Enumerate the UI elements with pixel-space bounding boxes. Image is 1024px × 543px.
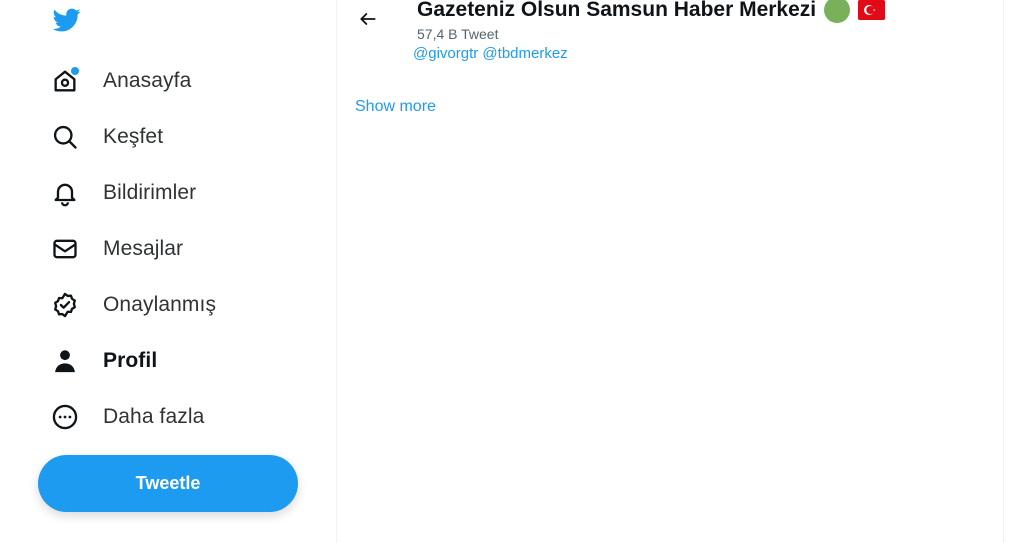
green-circle-emoji [824,0,851,23]
nav-label-messages: Mesajlar [103,237,184,260]
profile-name: Gazeteniz Olsun Samsun Haber Merkezi [417,0,817,21]
nav-label-profile: Profil [103,349,158,372]
mention-link-tbdmerkez[interactable]: @tbdmerkez [482,45,567,62]
turkey-flag-emoji [858,0,886,20]
nav-item-explore[interactable]: Keşfet [38,113,163,161]
show-more-link[interactable]: Show more [355,98,436,116]
nav-item-messages[interactable]: Mesajlar [38,225,183,273]
profile-name-heading: Gazeteniz Olsun Samsun Haber Merkezi [417,0,886,23]
tweet-count: 57,4 B Tweet [417,26,499,42]
notification-dot [70,66,80,76]
nav-label-verified: Onaylanmış [103,293,217,316]
column-divider-right [1003,0,1004,543]
nav-item-home[interactable]: Anasayfa [38,57,191,105]
nav-item-verified[interactable]: Onaylanmış [38,281,216,329]
verified-badge-icon [51,291,79,319]
profile-main-column: Gazeteniz Olsun Samsun Haber Merkezi 57,… [337,0,1003,543]
home-icon [51,66,80,95]
bio-mentions: @givorgtr @tbdmerkez [413,45,568,62]
more-circle-icon [51,403,79,431]
search-icon [51,123,79,151]
nav-label-more: Daha fazla [103,405,205,428]
mention-link-givorgtr[interactable]: @givorgtr [413,45,478,62]
bell-icon [51,179,79,207]
nav-label-home: Anasayfa [103,69,192,92]
nav-item-more[interactable]: Daha fazla [38,393,204,441]
back-arrow-icon[interactable] [352,4,384,34]
nav-label-explore: Keşfet [103,125,164,148]
tweet-button[interactable]: Tweetle [38,455,298,512]
nav-label-notifications: Bildirimler [103,181,197,204]
person-icon [51,347,79,375]
twitter-bird-icon[interactable] [51,6,83,34]
nav-item-profile[interactable]: Profil [38,337,157,385]
sidebar-nav: Anasayfa Keşfet Bildirimler Mesajlar Ona… [0,0,336,543]
nav-item-notifications[interactable]: Bildirimler [38,169,196,217]
envelope-icon [51,235,79,263]
